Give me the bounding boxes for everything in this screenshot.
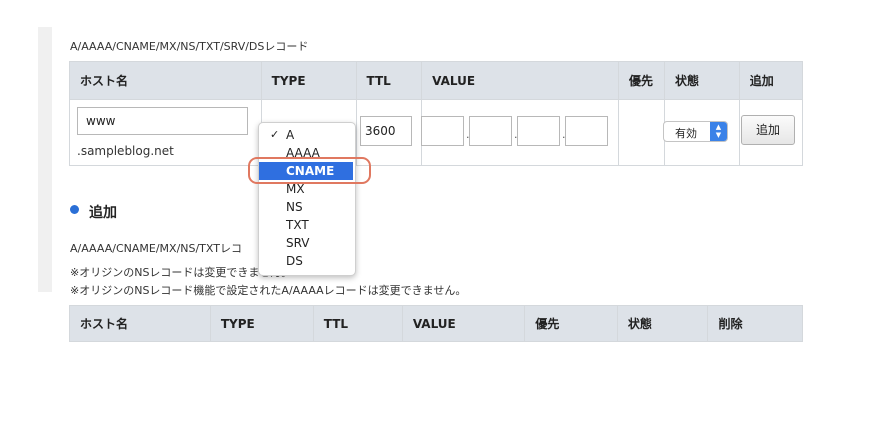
cname-highlight-ring [248,157,371,184]
type-option-ns[interactable]: NS [259,198,353,216]
host-input[interactable]: www [77,107,248,135]
type-option-ds[interactable]: DS [259,252,353,270]
section-title: 追加 [89,205,117,221]
value-octet-4[interactable] [565,116,608,146]
note-a-aaaa-record: ※オリジンのNSレコード機能で設定されたA/AAAAレコードは変更できません。 [70,284,467,297]
list-header-delete: 削除 [707,305,803,342]
type-option-srv[interactable]: SRV [259,234,353,252]
type-option-a[interactable]: ✓ A [259,126,353,144]
type-option-txt[interactable]: TXT [259,216,353,234]
header-priority: 優先 [617,61,665,100]
value-octet-1[interactable] [421,116,464,146]
list-header-status: 状態 [616,305,709,342]
type-dropdown-menu[interactable]: ✓ A AAAA CNAME MX NS TXT SRV DS [258,122,356,276]
status-select[interactable]: 有効 ▲ ▼ [663,121,728,142]
value-octet-2[interactable] [469,116,512,146]
header-add: 追加 [738,61,804,100]
host-suffix: .sampleblog.net [77,144,174,158]
list-header-priority: 優先 [524,305,618,342]
list-header-host: ホスト名 [69,305,211,342]
header-ttl: TTL [355,61,423,100]
list-header-type: TYPE [209,305,314,342]
section-caption: A/AAAA/CNAME/MX/NS/TXTレコ [70,242,242,255]
value-octet-3[interactable] [517,116,560,146]
record-list-table: ホスト名 TYPE TTL VALUE 優先 状態 削除 [69,305,803,342]
priority-cell [617,99,665,166]
record-types-caption: A/AAAA/CNAME/MX/NS/TXT/SRV/DSレコード [70,40,309,53]
header-value: VALUE [421,61,619,100]
updown-arrow-icon: ▲ ▼ [710,122,727,141]
header-host: ホスト名 [69,61,262,100]
status-value: 有効 [675,127,697,140]
header-type: TYPE [260,61,357,100]
list-header-value: VALUE [401,305,526,342]
bullet-icon [70,205,79,214]
left-sidebar-strip [38,27,52,292]
header-status: 状態 [663,61,740,100]
ttl-input[interactable]: 3600 [360,116,412,146]
checkmark-icon: ✓ [270,128,280,141]
list-header-ttl: TTL [312,305,403,342]
add-button[interactable]: 追加 [741,115,795,145]
